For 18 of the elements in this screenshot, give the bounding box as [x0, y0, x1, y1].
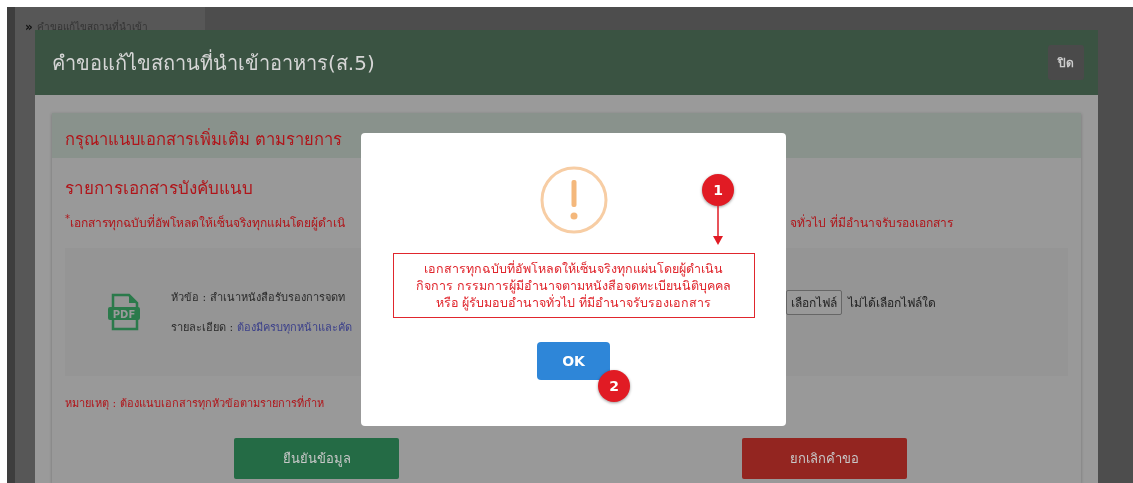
- dialog-title: คำขอแก้ไขสถานที่นำเข้าอาหาร(ส.5): [52, 48, 375, 77]
- document-subject: หัวข้อ : สำเนาหนังสือรับรองการจดท: [171, 290, 345, 306]
- chevron-icon: »: [25, 19, 33, 34]
- warning-icon: [538, 165, 609, 235]
- notice-text: จทั่วไป ที่มีอำนาจรับรองเอกสาร: [790, 213, 953, 232]
- ok-button[interactable]: OK: [537, 342, 610, 380]
- pdf-label: PDF: [112, 308, 136, 320]
- close-button[interactable]: ปิด: [1048, 45, 1084, 80]
- remark-text: หมายเหตุ : ต้องแนบเอกสารทุกหัวข้อตามรายการที่กำห: [65, 394, 325, 412]
- file-status: ไม่ได้เลือกไฟล์ใด: [848, 294, 936, 312]
- document-detail: รายละเอียด : ต้องมีครบทุกหน้าและคัด: [171, 320, 352, 336]
- notice-text: $^{*}$เอกสารทุกฉบับที่อัพโหลดให้เซ็นจริงทุกแผ่นโดยผู้ดำเนิ: [65, 213, 345, 232]
- cancel-button[interactable]: ยกเลิกคำขอ: [742, 438, 907, 479]
- choose-file-button[interactable]: เลือกไฟล์: [786, 289, 842, 315]
- section-title: รายการเอกสารบังคับแนบ: [65, 177, 253, 200]
- arrow-icon: [712, 206, 724, 246]
- alert-message: เอกสารทุกฉบับที่อัพโหลดให้เซ็นจริงทุกแผ่นโดยผู้ดำเนินกิจการ กรรมการผู้มีอำนาจตามหนังสือจดทะเบียนนิติบุคคล หรือ ผู้รับมอบอำนาจทั่วไป ที่มีอำนาจรับรองเอกสาร: [392, 253, 755, 318]
- confirm-button[interactable]: ยืนยันข้อมูล: [234, 438, 399, 479]
